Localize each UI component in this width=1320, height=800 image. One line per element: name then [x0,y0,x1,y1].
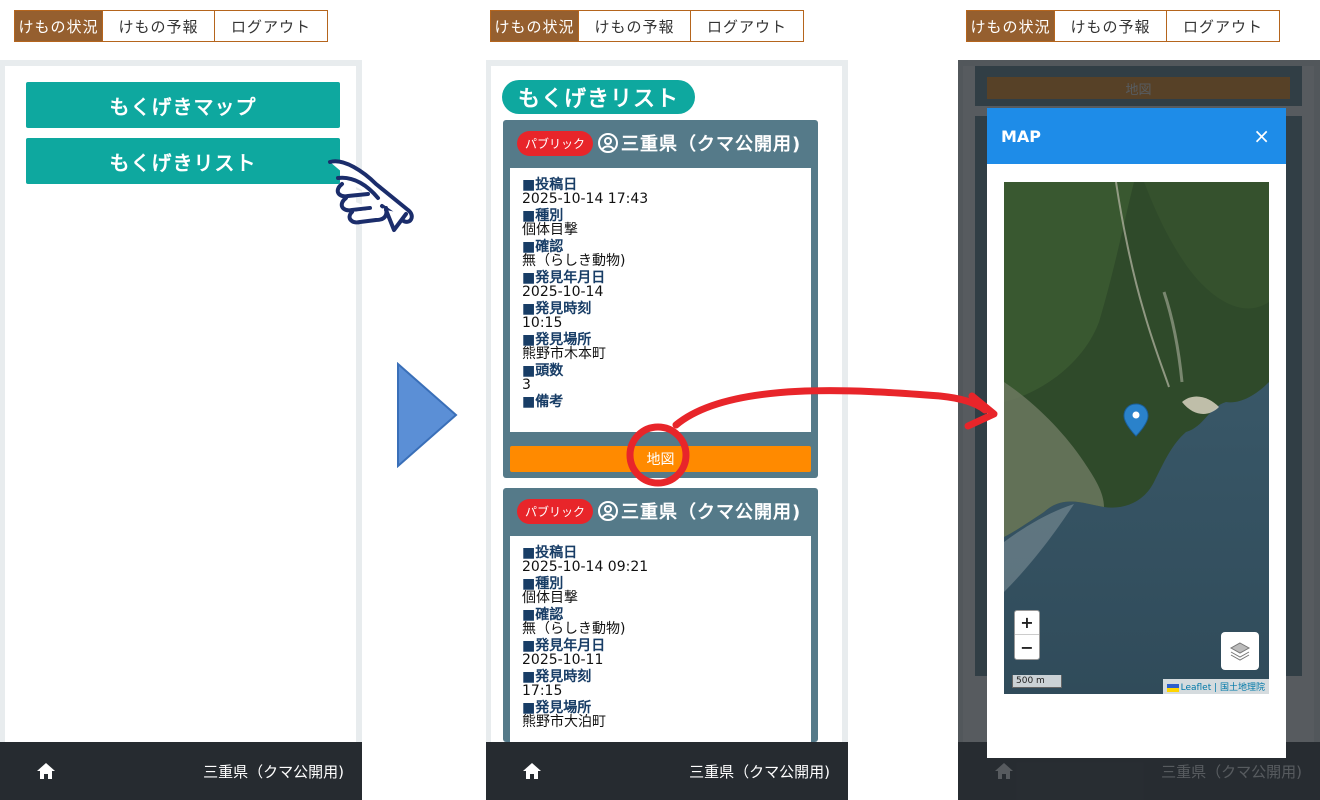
field-value: 3 [522,377,531,393]
map-button[interactable]: 地図 [510,446,811,472]
field-label: ■備考 [522,394,564,410]
field-label: ■発見時刻 [522,669,592,685]
map-attribution[interactable]: Leaflet | 国土地理院 [1162,679,1269,694]
field-value: 2025-10-11 [522,652,604,668]
home-icon[interactable] [522,762,542,780]
field-value: 熊野市木本町 [522,346,606,362]
sighting-card: パブリック 三重県（クマ公開用) ■投稿日 2025-10-14 09:21 ■… [503,488,818,742]
card-prefecture: 三重県（クマ公開用) [621,134,802,155]
field-label: ■発見時刻 [522,301,592,317]
field-value: 17:15 [522,683,563,699]
sighting-list-button[interactable]: もくげきリスト [26,138,340,184]
zoom-in-button[interactable]: + [1015,611,1039,635]
tab-logout[interactable]: ログアウト [215,11,327,41]
close-icon[interactable]: × [1253,124,1270,148]
field-value: 2025-10-14 [522,284,604,300]
map-modal: MAP × + − 500 m Leaflet | 国土地理院 [987,108,1286,758]
card-body: ■投稿日 2025-10-14 09:21 ■種別 個体目撃 ■確認 無（らしき… [510,536,811,742]
next-step-arrow-icon [397,362,458,468]
modal-title: MAP [1001,126,1042,146]
sighting-list-title: もくげきリスト [502,80,696,114]
zoom-out-button[interactable]: − [1015,635,1039,659]
layers-button[interactable] [1221,632,1259,670]
card-prefecture: 三重県（クマ公開用) [621,502,802,523]
layers-icon [1229,642,1251,661]
field-value: 2025-10-14 09:21 [522,559,649,575]
footer-prefecture: 三重県（クマ公開用) [203,762,344,781]
field-value: 無（らしき動物) [522,253,626,269]
tab-logout[interactable]: ログアウト [691,11,803,41]
public-badge: パブリック [517,130,594,156]
user-icon [598,501,619,521]
modal-header: MAP × [987,108,1286,164]
satellite-imagery [1004,182,1269,694]
zoom-control: + − [1014,610,1040,660]
user-icon [598,133,619,153]
sighting-card: パブリック 三重県（クマ公開用) ■投稿日 2025-10-14 17:43 ■… [503,120,818,478]
footer-prefecture: 三重県（クマ公開用) [689,762,830,781]
public-badge: パブリック [517,498,594,524]
tab-kemono-status[interactable]: けもの状況 [15,11,103,41]
tab-kemono-forecast[interactable]: けもの予報 [103,11,215,41]
card-header: パブリック 三重県（クマ公開用) [503,488,818,534]
pointing-hand-icon [328,159,414,232]
field-label: ■頭数 [522,363,564,379]
attribution-text: Leaflet | 国土地理院 [1180,683,1265,693]
bottom-bar: 三重県（クマ公開用) [486,742,848,800]
field-value: 10:15 [522,315,563,331]
field-value: 熊野市大泊町 [522,714,606,730]
card-header: パブリック 三重県（クマ公開用) [503,120,818,166]
nav-tabs: けもの状況 けもの予報 ログアウト [966,10,1280,42]
tab-kemono-forecast[interactable]: けもの予報 [1055,11,1167,41]
sighting-map-button[interactable]: もくげきマップ [26,82,340,128]
nav-tabs: けもの状況 けもの予報 ログアウト [14,10,328,42]
nav-tabs: けもの状況 けもの予報 ログアウト [490,10,804,42]
field-value: 個体目撃 [522,590,578,606]
tab-kemono-status[interactable]: けもの状況 [491,11,579,41]
field-value: 個体目撃 [522,222,578,238]
field-value: 無（らしき動物) [522,621,626,637]
bottom-bar: 三重県（クマ公開用) [0,742,362,800]
tab-kemono-status[interactable]: けもの状況 [967,11,1055,41]
card-body: ■投稿日 2025-10-14 17:43 ■種別 個体目撃 ■確認 無（らしき… [510,168,811,432]
field-value: 2025-10-14 17:43 [522,191,649,207]
satellite-map[interactable]: + − 500 m Leaflet | 国土地理院 [1004,182,1269,694]
scale-bar: 500 m [1012,675,1062,688]
home-icon[interactable] [36,762,56,780]
tab-kemono-forecast[interactable]: けもの予報 [579,11,691,41]
tab-logout[interactable]: ログアウト [1167,11,1279,41]
flag-icon [1166,683,1179,692]
